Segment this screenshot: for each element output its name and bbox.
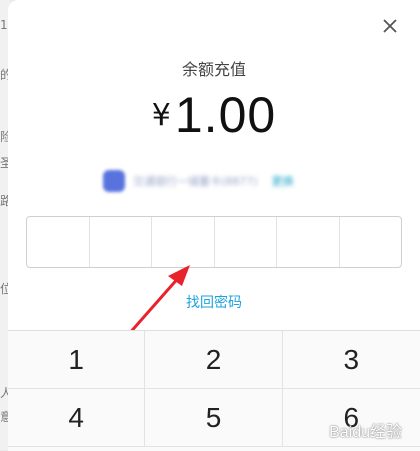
change-method-link[interactable]: 更换 bbox=[272, 173, 294, 189]
password-cell bbox=[27, 217, 90, 267]
close-icon-glyph bbox=[383, 19, 397, 33]
password-cell bbox=[277, 217, 340, 267]
password-cell bbox=[90, 217, 152, 267]
payment-method-text: 交通银行一储蓄卡(8877) bbox=[133, 175, 258, 188]
keypad-key-5[interactable]: 5 bbox=[145, 389, 283, 447]
password-cell bbox=[152, 217, 215, 267]
payment-method-row[interactable]: 交通银行一储蓄卡(8877) 更换 bbox=[103, 170, 343, 192]
keypad-key-2[interactable]: 2 bbox=[145, 331, 283, 389]
password-cell bbox=[215, 217, 277, 267]
watermark: Baidu经验 bbox=[329, 424, 402, 441]
amount-value: 1.00 bbox=[174, 87, 277, 143]
keypad-key-4[interactable]: 4 bbox=[8, 389, 146, 447]
amount-display: ¥1.00 bbox=[8, 86, 420, 144]
keypad-key-1[interactable]: 1 bbox=[8, 331, 146, 389]
keypad-key-3[interactable]: 3 bbox=[282, 331, 420, 389]
password-input[interactable] bbox=[26, 216, 402, 268]
forgot-password-link[interactable]: 找回密码 bbox=[8, 292, 420, 312]
modal-title: 余额充值 bbox=[181, 60, 246, 79]
close-icon[interactable] bbox=[376, 14, 404, 42]
currency-symbol: ¥ bbox=[151, 98, 171, 133]
recharge-modal: 余额充值 ¥1.00 交通银行一储蓄卡(8877) 更换 找回密码 1 2 3 … bbox=[8, 0, 420, 451]
bank-card-icon bbox=[103, 170, 125, 192]
password-cell bbox=[340, 217, 402, 267]
